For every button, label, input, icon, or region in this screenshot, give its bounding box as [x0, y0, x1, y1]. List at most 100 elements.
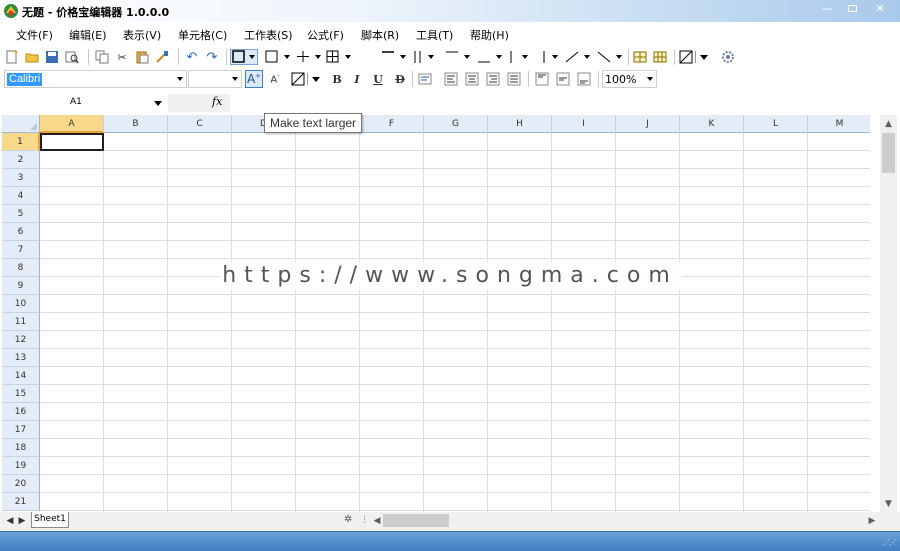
align-left-icon[interactable]	[443, 71, 459, 87]
row-header-15[interactable]: 15	[2, 385, 40, 403]
column-header-l[interactable]: L	[744, 115, 808, 133]
redo-icon[interactable]: ↷	[204, 49, 220, 65]
row-header-2[interactable]: 2	[2, 151, 40, 169]
row-header-14[interactable]: 14	[2, 367, 40, 385]
menu-cell[interactable]: 单元格(C)	[178, 27, 227, 43]
row-header-17[interactable]: 17	[2, 421, 40, 439]
row-header-8[interactable]: 8	[2, 259, 40, 277]
minimize-button[interactable]: —	[815, 1, 839, 17]
align-right-icon[interactable]	[485, 71, 501, 87]
border-bottom-dropdown[interactable]	[476, 49, 506, 65]
tab-prev-arrow[interactable]: ◀	[4, 514, 16, 528]
vertical-scrollbar[interactable]: ▲ ▼	[880, 115, 897, 512]
row-header-10[interactable]: 10	[2, 295, 40, 313]
row-header-20[interactable]: 20	[2, 475, 40, 493]
menu-formula[interactable]: 公式(F)	[307, 27, 344, 43]
open-file-icon[interactable]	[24, 49, 40, 65]
column-header-g[interactable]: G	[424, 115, 488, 133]
row-header-21[interactable]: 21	[2, 493, 40, 511]
select-all-corner[interactable]	[2, 115, 40, 133]
cut-icon[interactable]: ✂	[114, 49, 130, 65]
format-painter-icon[interactable]	[154, 49, 170, 65]
border-right-dropdown[interactable]	[508, 49, 534, 65]
column-header-k[interactable]: K	[680, 115, 744, 133]
font-name-dropdown-arrow[interactable]	[177, 77, 183, 81]
column-header-j[interactable]: J	[616, 115, 680, 133]
font-size-combobox[interactable]	[188, 70, 242, 88]
border-top-line-dropdown[interactable]	[444, 49, 474, 65]
row-header-13[interactable]: 13	[2, 349, 40, 367]
column-header-h[interactable]: H	[488, 115, 552, 133]
row-header-16[interactable]: 16	[2, 403, 40, 421]
tab-next-arrow[interactable]: ▶	[16, 514, 28, 528]
scroll-right-arrow[interactable]: ▶	[864, 512, 880, 530]
settings-gear-icon[interactable]	[720, 49, 736, 65]
undo-icon[interactable]: ↶	[184, 49, 200, 65]
resize-grip-icon[interactable]: ⋰⋰	[882, 538, 897, 547]
menu-script[interactable]: 脚本(R)	[361, 27, 399, 43]
horizontal-scrollbar[interactable]: ◀ ▶	[369, 512, 880, 530]
menu-tools[interactable]: 工具(T)	[416, 27, 453, 43]
increase-font-size-button[interactable]: A+	[245, 70, 263, 88]
print-preview-icon[interactable]	[64, 49, 80, 65]
row-header-7[interactable]: 7	[2, 241, 40, 259]
column-header-a[interactable]: A	[40, 115, 104, 133]
sheet-tab-sheet1[interactable]: Sheet1	[31, 512, 69, 528]
save-icon[interactable]	[44, 49, 60, 65]
diagonal-up-dropdown[interactable]	[564, 49, 594, 65]
formula-input[interactable]	[231, 94, 897, 112]
decrease-font-size-button[interactable]: A-	[267, 71, 283, 87]
row-header-9[interactable]: 9	[2, 277, 40, 295]
tab-split-handle[interactable]: ⋮	[360, 515, 369, 525]
add-sheet-icon[interactable]: ✲	[344, 514, 352, 525]
row-header-18[interactable]: 18	[2, 439, 40, 457]
column-header-f[interactable]: F	[360, 115, 424, 133]
align-middle-icon[interactable]	[555, 71, 571, 87]
active-cell-a1[interactable]	[40, 133, 104, 151]
close-button[interactable]: ✕	[868, 1, 892, 17]
column-header-b[interactable]: B	[104, 115, 168, 133]
scroll-down-arrow[interactable]: ▼	[880, 495, 897, 512]
border-outline-dropdown[interactable]	[230, 49, 258, 65]
spreadsheet-grid[interactable]: ABCDEFGHIJKLM 12345678910111213141516171…	[2, 115, 870, 512]
border-left-dropdown[interactable]	[412, 49, 438, 65]
column-header-c[interactable]: C	[168, 115, 232, 133]
merge-cells-icon[interactable]	[632, 49, 648, 65]
border-all-dropdown[interactable]	[326, 49, 354, 65]
menu-view[interactable]: 表示(V)	[123, 27, 161, 43]
font-size-dropdown-arrow[interactable]	[232, 77, 238, 81]
menu-file[interactable]: 文件(F)	[16, 27, 53, 43]
border-box-dropdown[interactable]	[264, 49, 294, 65]
row-header-1[interactable]: 1	[2, 133, 40, 151]
new-file-icon[interactable]	[4, 49, 20, 65]
bold-button[interactable]: B	[329, 71, 345, 87]
justify-icon[interactable]	[506, 71, 522, 87]
name-box[interactable]: A1	[4, 94, 167, 112]
align-bottom-icon[interactable]	[576, 71, 592, 87]
zoom-combobox[interactable]: 100%	[602, 70, 657, 88]
column-header-i[interactable]: I	[552, 115, 616, 133]
row-header-6[interactable]: 6	[2, 223, 40, 241]
row-header-12[interactable]: 12	[2, 331, 40, 349]
horizontal-scroll-thumb[interactable]	[383, 514, 449, 527]
italic-button[interactable]: I	[349, 71, 365, 87]
scroll-up-arrow[interactable]: ▲	[880, 115, 897, 132]
vertical-scroll-thumb[interactable]	[882, 133, 895, 173]
align-center-icon[interactable]	[464, 71, 480, 87]
diagonal-down-dropdown[interactable]	[596, 49, 626, 65]
row-header-5[interactable]: 5	[2, 205, 40, 223]
name-box-dropdown-arrow[interactable]	[154, 101, 162, 106]
menu-edit[interactable]: 编辑(E)	[69, 27, 107, 43]
paste-icon[interactable]	[134, 49, 150, 65]
border-top-dropdown[interactable]	[380, 49, 410, 65]
font-color-dropdown[interactable]	[291, 71, 325, 87]
underline-button[interactable]: U	[370, 71, 386, 87]
zoom-dropdown-arrow[interactable]	[647, 77, 653, 81]
align-top-icon[interactable]	[534, 71, 550, 87]
column-header-m[interactable]: M	[808, 115, 870, 133]
fx-icon[interactable]: fx	[212, 95, 222, 108]
menu-help[interactable]: 帮助(H)	[470, 27, 509, 43]
border-vertical-dropdown[interactable]	[540, 49, 562, 65]
split-cells-icon[interactable]	[652, 49, 668, 65]
copy-icon[interactable]	[94, 49, 110, 65]
